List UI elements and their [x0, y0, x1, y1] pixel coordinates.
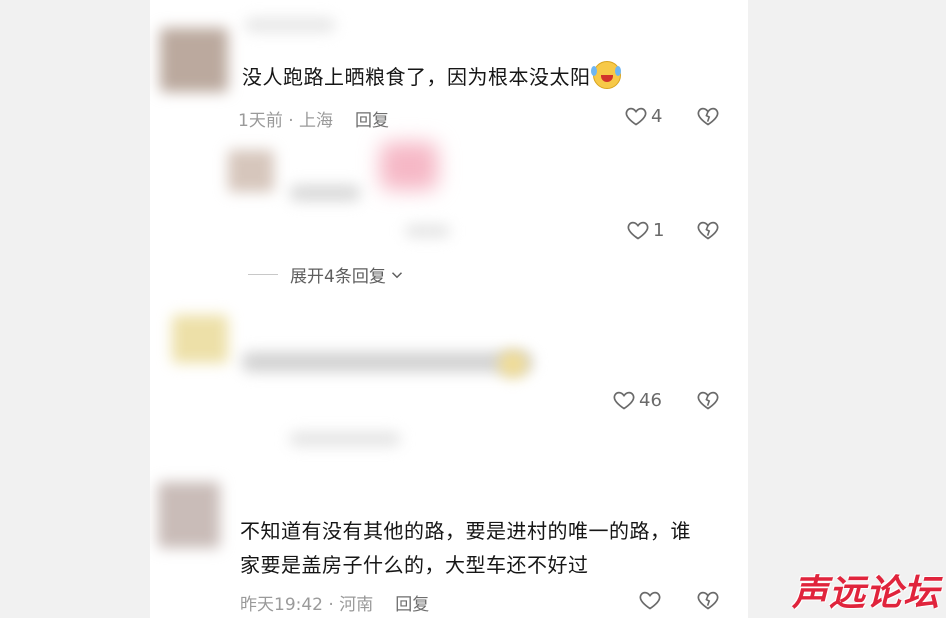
reply-meta-blurred [405, 225, 450, 237]
like-button[interactable]: 1 [626, 218, 664, 242]
broken-heart-icon [697, 221, 719, 240]
like-button[interactable]: 46 [612, 388, 662, 412]
comment-text: 不知道有没有其他的路，要是进村的唯一的路，谁 家要是盖房子什么的，大型车还不好过 [240, 519, 691, 577]
emoji-blurred [498, 350, 528, 378]
broken-heart-icon [697, 391, 719, 410]
like-count: 46 [639, 389, 662, 411]
avatar[interactable] [158, 482, 220, 548]
divider [248, 274, 278, 275]
reply-button[interactable]: 回复 [355, 111, 389, 131]
site-watermark: 声远论坛 [791, 573, 940, 614]
heart-icon [625, 107, 647, 126]
like-button[interactable]: 4 [624, 104, 662, 128]
like-button[interactable] [638, 588, 665, 612]
reply-text-blurred [290, 185, 360, 201]
dislike-button[interactable] [696, 588, 720, 616]
comment-meta: 1天前 · 上海 回复 [238, 111, 390, 131]
like-count: 1 [653, 219, 665, 241]
avatar[interactable] [160, 28, 228, 92]
comment-meta-blurred [290, 432, 400, 446]
heart-icon [627, 221, 649, 240]
like-count: 4 [651, 105, 663, 127]
dislike-button[interactable] [696, 218, 720, 246]
expand-replies-button[interactable]: 展开4条回复 [248, 262, 406, 287]
chevron-down-icon [391, 271, 402, 278]
reply-button[interactable]: 回复 [395, 595, 429, 615]
reply-avatar[interactable] [228, 150, 274, 192]
heart-icon [639, 591, 661, 610]
heart-icon [613, 391, 635, 410]
comment-meta: 昨天19:42 · 河南 回复 [240, 595, 430, 615]
comment-text-blurred [242, 352, 532, 372]
reply-sticker-blurred [380, 142, 438, 190]
avatar[interactable] [172, 315, 228, 363]
comment-text: 没人跑路上晒粮食了，因为根本没太阳 [242, 60, 621, 94]
comment-panel: 没人跑路上晒粮食了，因为根本没太阳 1天前 · 上海 回复 4 1 展开4条回复 … [150, 0, 748, 618]
broken-heart-icon [697, 591, 719, 610]
dislike-button[interactable] [696, 104, 720, 132]
broken-heart-icon [697, 107, 719, 126]
username-blurred [245, 18, 335, 32]
crying-laughing-emoji-icon [590, 61, 621, 89]
dislike-button[interactable] [696, 388, 720, 416]
